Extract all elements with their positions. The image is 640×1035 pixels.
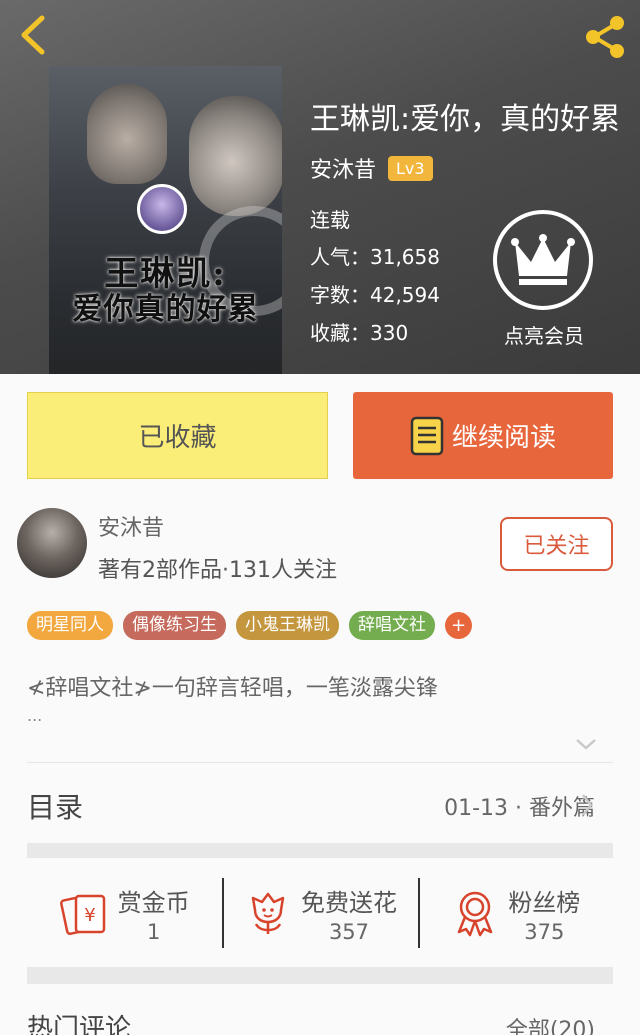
continue-reading-label: 继续阅读 [451,423,556,453]
reward-coin-text: 赏金币 1 [118,883,190,944]
svg-text:¥: ¥ [84,905,95,926]
favorited-label: 已收藏 [138,423,217,453]
tag-list: 明星同人 偶像练习生 小鬼王琳凯 辞唱文社 + [27,611,472,640]
chevron-down-icon[interactable] [574,736,598,752]
vip-button[interactable]: 点亮会员 [493,210,595,349]
divider [27,762,613,763]
section-separator [27,967,613,984]
cover-figure-male [87,84,167,184]
reward-coin-icon: ¥ [59,894,105,936]
tag-1[interactable]: 偶像练习生 [123,611,226,640]
ribbon-award-icon [458,891,493,937]
tag-3[interactable]: 辞唱文社 [349,611,435,640]
book-cover[interactable]: 王琳凯: 爱你真的好累 [49,66,282,374]
free-flower-button[interactable]: 免费送花 357 [222,870,417,956]
stats-row: ¥ 赏金币 1 免费送花 357 粉丝榜 375 [27,870,613,956]
favorited-button[interactable]: 已收藏 [27,392,328,479]
chevron-right-icon[interactable] [580,792,594,818]
continue-reading-button[interactable]: 继续阅读 [353,392,613,479]
cover-title: 王琳凯: 爱你真的好累 [49,254,282,328]
tag-2[interactable]: 小鬼王琳凯 [236,611,339,640]
fan-ranking-value: 375 [524,919,565,944]
followed-button[interactable]: 已关注 [500,517,613,571]
flower-icon [251,892,285,934]
cover-title-line1: 王琳凯: [104,254,227,294]
author-name[interactable]: 安沐昔 [310,152,376,184]
favorite-count: 收藏：330 [310,321,409,345]
toc-title[interactable]: 目录 [27,786,83,826]
fan-ranking-text: 粉丝榜 375 [508,883,580,944]
author-row: 安沐昔 Lv3 [310,152,433,184]
back-button[interactable] [14,12,54,58]
share-icon [586,16,624,58]
reward-coin-value: 1 [146,919,161,944]
book-header: 王琳凯: 爱你真的好累 王琳凯:爱你，真的好累 安沐昔 Lv3 连载 人气：31… [0,0,640,374]
author-card-name[interactable]: 安沐昔 [98,510,164,542]
reward-coin-label: 赏金币 [117,888,190,917]
tag-0[interactable]: 明星同人 [27,611,113,640]
popularity-count: 人气：31,658 [310,245,440,269]
cover-avatar [137,184,187,234]
word-count: 字数：42,594 [310,283,440,307]
section-separator [27,843,613,858]
hot-comments-title: 热门评论 [27,1014,132,1035]
fan-ranking-button[interactable]: 粉丝榜 375 [417,870,613,956]
all-comments-link[interactable]: 全部(20) [506,1012,595,1035]
more-tags-button[interactable]: + [445,612,472,639]
vip-circle [493,210,593,310]
vip-label: 点亮会员 [504,324,584,348]
toc-latest-chapter[interactable]: 01-13 · 番外篇 [444,790,595,822]
book-title: 王琳凯:爱你，真的好累 [310,102,621,137]
free-flower-text: 免费送花 357 [301,883,397,944]
followed-label: 已关注 [523,534,590,559]
synopsis-text: ≮辞唱文社≯一句辞言轻唱，一笔淡露尖锋 [27,676,438,701]
serial-status: 连载 [310,208,350,232]
author-card-stats: 著有2部作品·131人关注 [98,558,337,583]
free-flower-label: 免费送花 [300,888,397,917]
cover-title-line2: 爱你真的好累 [72,292,259,328]
author-avatar[interactable] [17,508,87,578]
synopsis-more: ... [27,706,43,725]
reward-coin-button[interactable]: ¥ 赏金币 1 [27,870,222,956]
fan-ranking-label: 粉丝榜 [508,888,581,917]
share-button[interactable] [582,14,628,60]
book-icon [410,416,444,455]
chevron-left-icon [21,15,45,55]
level-badge: Lv3 [388,155,433,181]
free-flower-value: 357 [328,919,370,944]
crown-icon [511,234,575,285]
cover-figure-female [189,96,282,216]
